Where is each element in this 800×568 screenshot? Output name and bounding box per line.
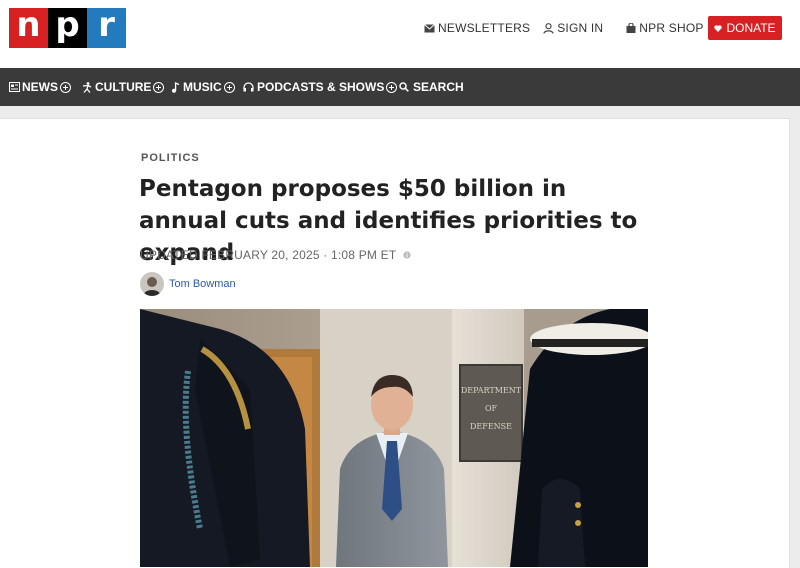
author-avatar[interactable]: [140, 272, 164, 296]
headphones-icon: [243, 82, 254, 92]
donate-button[interactable]: DONATE: [708, 16, 782, 40]
nav-item-podcasts-shows[interactable]: PODCASTS & SHOWS: [243, 80, 398, 94]
search-icon: [399, 82, 409, 92]
heart-icon: [714, 24, 723, 32]
music-note-icon: [172, 81, 180, 93]
logo-letter-r: r: [87, 8, 126, 48]
dateline-text: UPDATED FEBRUARY 20, 2025 · 1:08 PM ET: [140, 248, 397, 262]
npr-logo[interactable]: n p r: [9, 8, 126, 48]
sign-in-label: SIGN IN: [557, 21, 604, 35]
nav-label-culture: CULTURE: [95, 80, 152, 94]
newsletters-link[interactable]: NEWSLETTERS: [424, 21, 530, 35]
header-links: NEWSLETTERS SIGN IN NPR SHOP: [424, 20, 704, 36]
photo-sign-line-1: DEPARTMENT: [461, 386, 522, 395]
nav-item-music[interactable]: MUSIC: [171, 80, 235, 94]
photo-sign-line-3: DEFENSE: [470, 422, 512, 431]
person-icon: [543, 22, 554, 34]
main-nav: NEWS CULTURE MUSIC PODCASTS & SHOWS SEAR…: [0, 68, 800, 106]
site-header: n p r NEWSLETTERS SIGN IN NPR SHOP DONAT…: [0, 0, 800, 68]
article-dateline: UPDATED FEBRUARY 20, 2025 · 1:08 PM ET: [140, 248, 411, 262]
sign-in-link[interactable]: SIGN IN: [543, 21, 603, 35]
npr-shop-label: NPR SHOP: [639, 21, 704, 35]
nav-item-news[interactable]: NEWS: [9, 80, 71, 94]
expand-plus-icon[interactable]: [153, 81, 165, 93]
newsletters-label: NEWSLETTERS: [438, 21, 531, 35]
nav-item-search[interactable]: SEARCH: [399, 80, 464, 94]
nav-label-podcasts-shows: PODCASTS & SHOWS: [257, 80, 385, 94]
logo-letter-n: n: [9, 8, 48, 48]
byline: Tom Bowman: [140, 272, 236, 296]
nav-label-music: MUSIC: [183, 80, 222, 94]
article-photo[interactable]: DEPARTMENT OF DEFENSE: [140, 309, 648, 567]
info-icon[interactable]: [403, 251, 411, 259]
logo-letter-p: p: [48, 8, 87, 48]
envelope-icon: [424, 23, 435, 32]
newspaper-icon: [9, 82, 20, 92]
photo-sign-line-2: OF: [485, 404, 498, 413]
nav-label-search: SEARCH: [413, 80, 464, 94]
expand-plus-icon[interactable]: [223, 81, 235, 93]
figure-icon: [82, 81, 92, 93]
author-name-link[interactable]: Tom Bowman: [169, 278, 236, 290]
nav-item-culture[interactable]: CULTURE: [82, 80, 165, 94]
expand-plus-icon[interactable]: [386, 81, 398, 93]
expand-plus-icon[interactable]: [60, 81, 71, 93]
nav-label-news: NEWS: [22, 80, 58, 94]
npr-shop-link[interactable]: NPR SHOP: [626, 21, 703, 35]
shopping-bag-icon: [626, 23, 636, 33]
donate-label: DONATE: [726, 21, 776, 35]
section-label[interactable]: POLITICS: [141, 152, 200, 164]
